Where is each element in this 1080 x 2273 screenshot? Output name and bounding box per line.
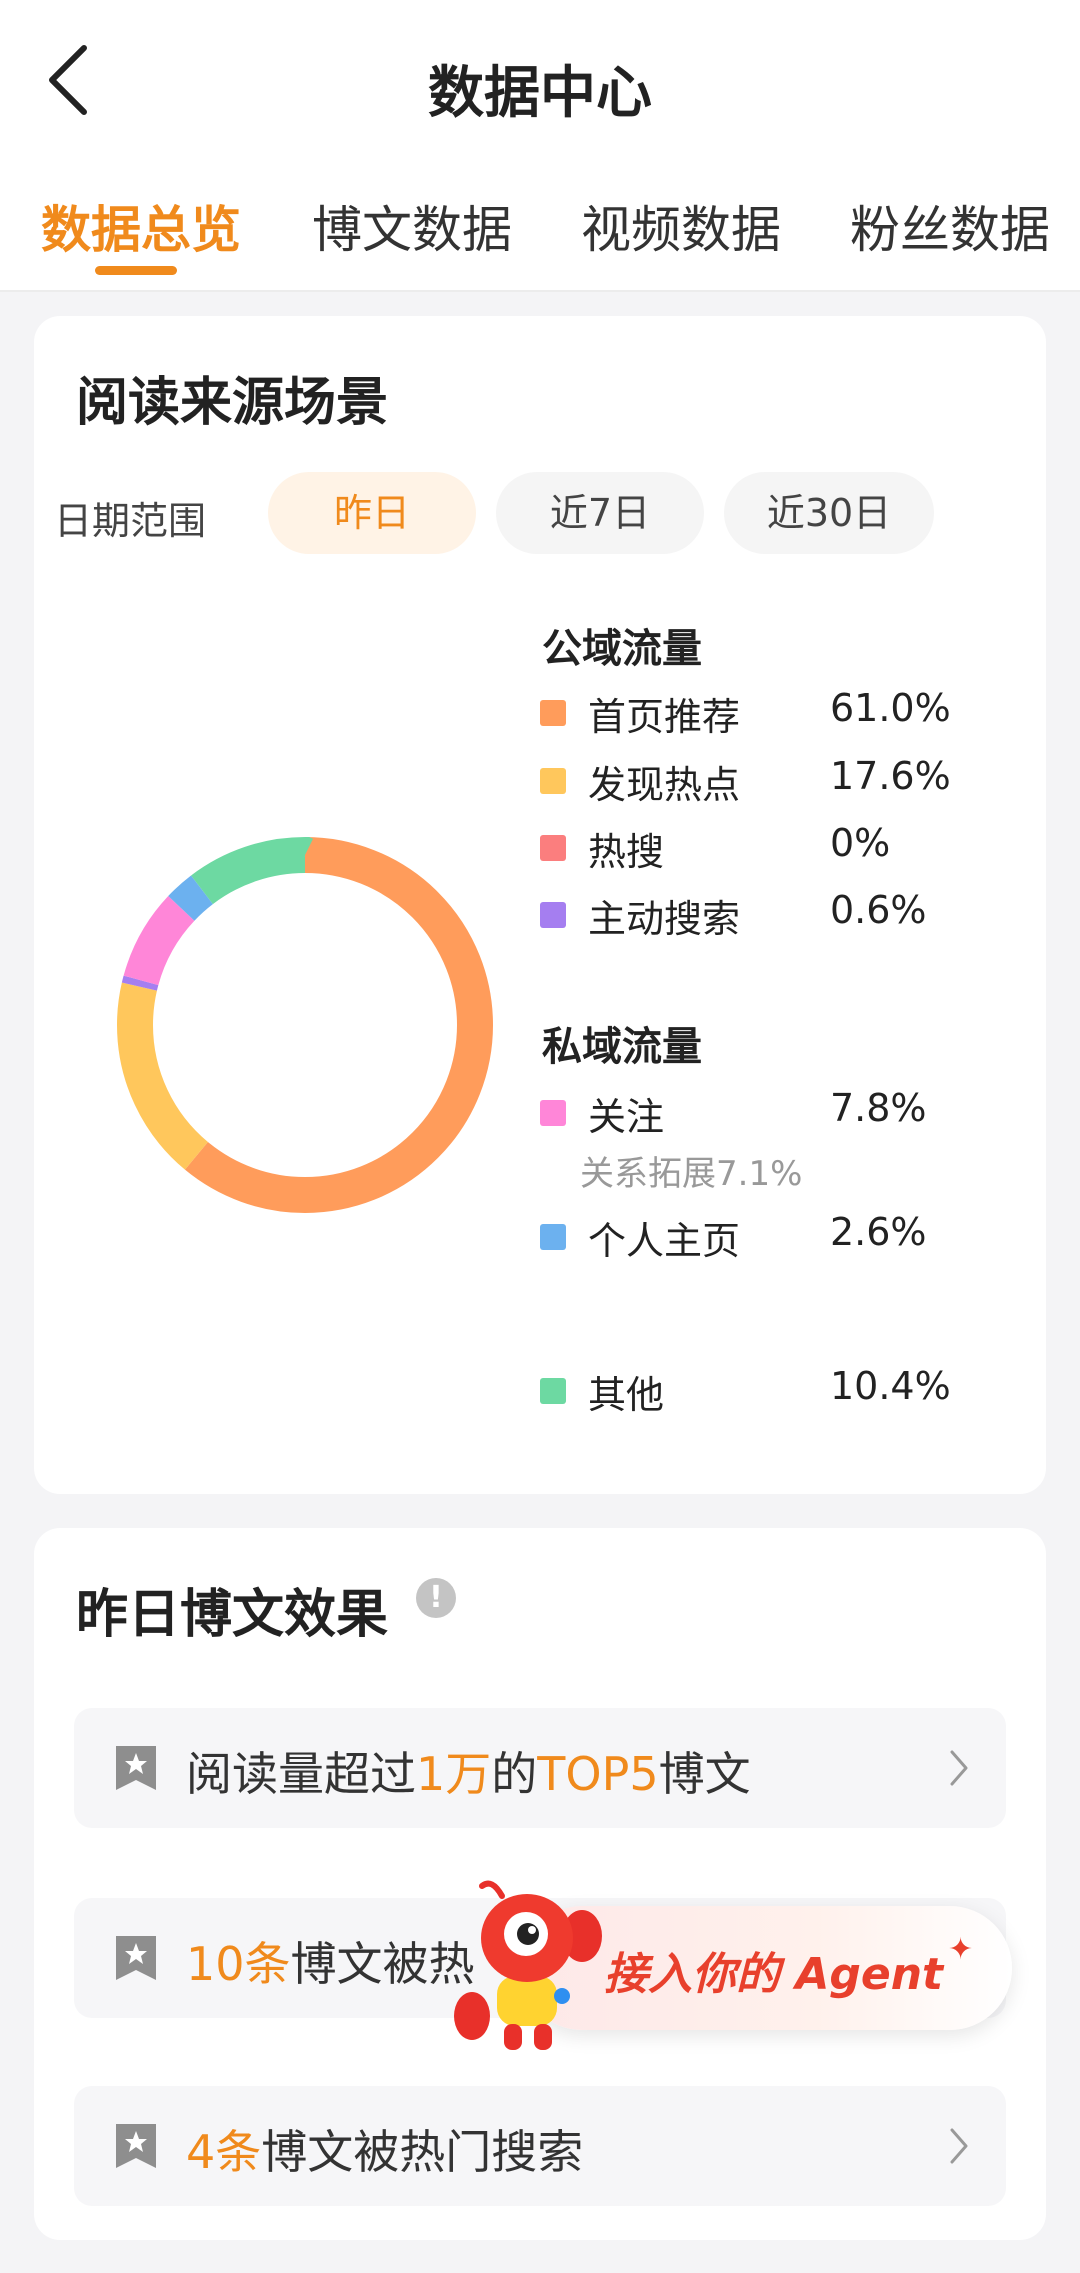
tab-video-data[interactable]: 视频数据 <box>581 190 781 262</box>
relation-expand-subtext: 关系拓展7.1% <box>580 1154 803 1194</box>
header: 数据中心 数据总览 博文数据 视频数据 粉丝数据 <box>0 0 1080 292</box>
legend-label: 首页推荐 <box>588 695 741 739</box>
reading-source-title: 阅读来源场景 <box>76 373 389 433</box>
private-traffic-heading: 私域流量 <box>542 1024 702 1070</box>
page-title: 数据中心 <box>428 61 652 126</box>
legend-swatch <box>540 1100 566 1126</box>
legend-label: 关注 <box>588 1095 665 1139</box>
range-30day-button[interactable]: 近30日 <box>724 472 934 554</box>
sparkle-icon: ✦ <box>948 1932 974 1967</box>
item-text: 10条博文被热 <box>186 1937 475 1991</box>
legend-label: 其他 <box>588 1373 665 1417</box>
legend-label: 发现热点 <box>588 763 741 807</box>
tab-fans-data[interactable]: 粉丝数据 <box>850 190 1050 262</box>
legend-value: 17.6% <box>830 754 951 798</box>
legend-swatch <box>540 1378 566 1404</box>
top5-post-item[interactable]: 阅读量超过1万的TOP5博文 <box>74 1708 1006 1828</box>
legend-row-profile: 个人主页 2.6% <box>540 1210 1000 1263</box>
range-yesterday-button[interactable]: 昨日 <box>268 472 476 554</box>
star-bookmark-icon <box>116 1746 156 1790</box>
legend-value: 61.0% <box>830 686 951 730</box>
legend-label: 个人主页 <box>588 1219 741 1263</box>
legend-value: 7.8% <box>830 1086 927 1130</box>
legend-value: 2.6% <box>830 1210 927 1254</box>
legend-swatch <box>540 902 566 928</box>
legend-row-follow: 关注 7.8% <box>540 1086 1000 1139</box>
legend-row-home-recommend: 首页推荐 61.0% <box>540 686 1000 739</box>
tab-overview[interactable]: 数据总览 <box>41 190 241 262</box>
legend-swatch <box>540 835 566 861</box>
legend-label: 主动搜索 <box>588 897 741 941</box>
mascot-icon[interactable] <box>442 1876 612 2056</box>
post-effect-title: 昨日博文效果 <box>76 1585 389 1645</box>
legend-swatch <box>540 700 566 726</box>
chevron-right-icon <box>950 2128 968 2164</box>
legend-row-discover-hot: 发现热点 17.6% <box>540 754 1000 807</box>
range-7day-button[interactable]: 近7日 <box>496 472 704 554</box>
star-bookmark-icon <box>116 1936 156 1980</box>
item-text: 4条博文被热门搜索 <box>186 2125 584 2179</box>
legend-value: 0.6% <box>830 888 927 932</box>
info-icon[interactable]: ! <box>416 1578 456 1618</box>
reading-source-donut-chart <box>117 837 493 1213</box>
active-tab-indicator <box>95 266 177 275</box>
legend-value: 0% <box>830 821 891 865</box>
legend-label: 热搜 <box>588 830 665 874</box>
legend-swatch <box>540 768 566 794</box>
legend-row-other: 其他 10.4% <box>540 1364 1000 1417</box>
chevron-right-icon <box>950 1750 968 1786</box>
agent-banner-text: 接入你的 Agent <box>604 1949 944 2000</box>
date-range-label: 日期范围 <box>54 499 207 543</box>
tab-post-data[interactable]: 博文数据 <box>312 190 512 262</box>
legend-swatch <box>540 1224 566 1250</box>
public-traffic-heading: 公域流量 <box>542 626 702 672</box>
legend-row-active-search: 主动搜索 0.6% <box>540 888 1000 941</box>
hot-search-post-item[interactable]: 4条博文被热门搜索 <box>74 2086 1006 2206</box>
legend-row-hot-search: 热搜 0% <box>540 821 1000 874</box>
legend-value: 10.4% <box>830 1364 951 1408</box>
item-text: 阅读量超过1万的TOP5博文 <box>186 1747 751 1801</box>
star-bookmark-icon <box>116 2124 156 2168</box>
